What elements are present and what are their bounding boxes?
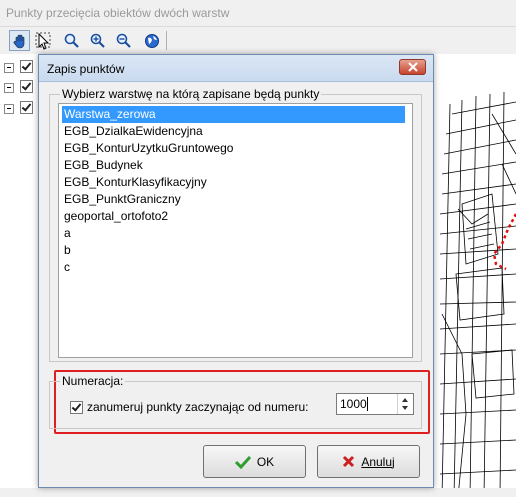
select-arrow-icon[interactable]	[33, 30, 54, 51]
close-button[interactable]	[399, 59, 426, 75]
toolbar	[0, 27, 516, 54]
list-item[interactable]: a	[62, 225, 71, 242]
tree-checkbox[interactable]	[20, 80, 33, 93]
numbering-checkbox[interactable]	[70, 401, 83, 414]
checkmark-icon	[234, 455, 251, 469]
main-window-title: Punkty przecięcia obiektów dwóch warstw	[6, 6, 230, 20]
toolbar-separator	[166, 31, 167, 50]
collapse-icon[interactable]	[4, 104, 14, 114]
zoom-icon[interactable]	[61, 30, 82, 51]
start-number-spinbox[interactable]: 1000	[336, 393, 414, 415]
list-item[interactable]: c	[62, 259, 70, 276]
globe-icon[interactable]	[141, 30, 162, 51]
cancel-label: Anuluj	[361, 454, 395, 469]
text-caret	[367, 397, 368, 411]
close-icon	[407, 62, 418, 72]
collapse-icon[interactable]	[4, 63, 14, 73]
cancel-button[interactable]: Anuluj	[317, 445, 420, 478]
list-item[interactable]: EGB_KonturKlasyfikacyjny	[62, 174, 207, 191]
list-item[interactable]: EGB_PunktGraniczny	[62, 191, 181, 208]
numbering-checkbox-label[interactable]: zanumeruj punkty zaczynając od numeru:	[87, 400, 308, 414]
start-number-value[interactable]: 1000	[340, 397, 367, 411]
ok-button[interactable]: OK	[203, 445, 306, 478]
tree-checkbox[interactable]	[20, 60, 33, 73]
status-strip	[0, 488, 516, 497]
collapse-icon[interactable]	[4, 83, 14, 93]
layer-tree: W W W	[0, 54, 49, 497]
main-window-titlebar: Punkty przecięcia obiektów dwóch warstw	[0, 0, 516, 27]
list-item[interactable]: geoportal_ortofoto2	[62, 208, 168, 225]
save-points-dialog: Zapis punktów Wybierz warstwę na którą z…	[38, 54, 434, 488]
list-item[interactable]: EGB_Budynek	[62, 157, 143, 174]
dialog-title: Zapis punktów	[47, 62, 125, 76]
x-icon	[342, 455, 355, 468]
list-item[interactable]: EGB_KonturUzytkuGruntowego	[62, 140, 233, 157]
hand-icon[interactable]	[9, 30, 30, 51]
spin-arrows[interactable]	[397, 394, 413, 414]
map-canvas[interactable]	[432, 54, 516, 497]
ok-label: OK	[256, 454, 275, 469]
dialog-titlebar: Zapis punktów	[39, 55, 433, 82]
tree-checkbox[interactable]	[20, 101, 33, 114]
spin-up-icon[interactable]	[402, 398, 408, 402]
list-item[interactable]: b	[62, 242, 71, 259]
zoom-in-icon[interactable]	[87, 30, 108, 51]
numbering-group-label: Numeracja:	[60, 374, 126, 388]
zoom-out-icon[interactable]	[113, 30, 134, 51]
list-item[interactable]: EGB_DzialkaEwidencyjna	[62, 123, 203, 140]
list-item[interactable]: Warstwa_zerowa	[62, 106, 405, 123]
spin-down-icon[interactable]	[402, 406, 408, 410]
layer-group-label: Wybierz warstwę na którą zapisane będą p…	[60, 87, 322, 101]
layer-listbox[interactable]: Warstwa_zerowa EGB_DzialkaEwidencyjna EG…	[58, 103, 413, 358]
